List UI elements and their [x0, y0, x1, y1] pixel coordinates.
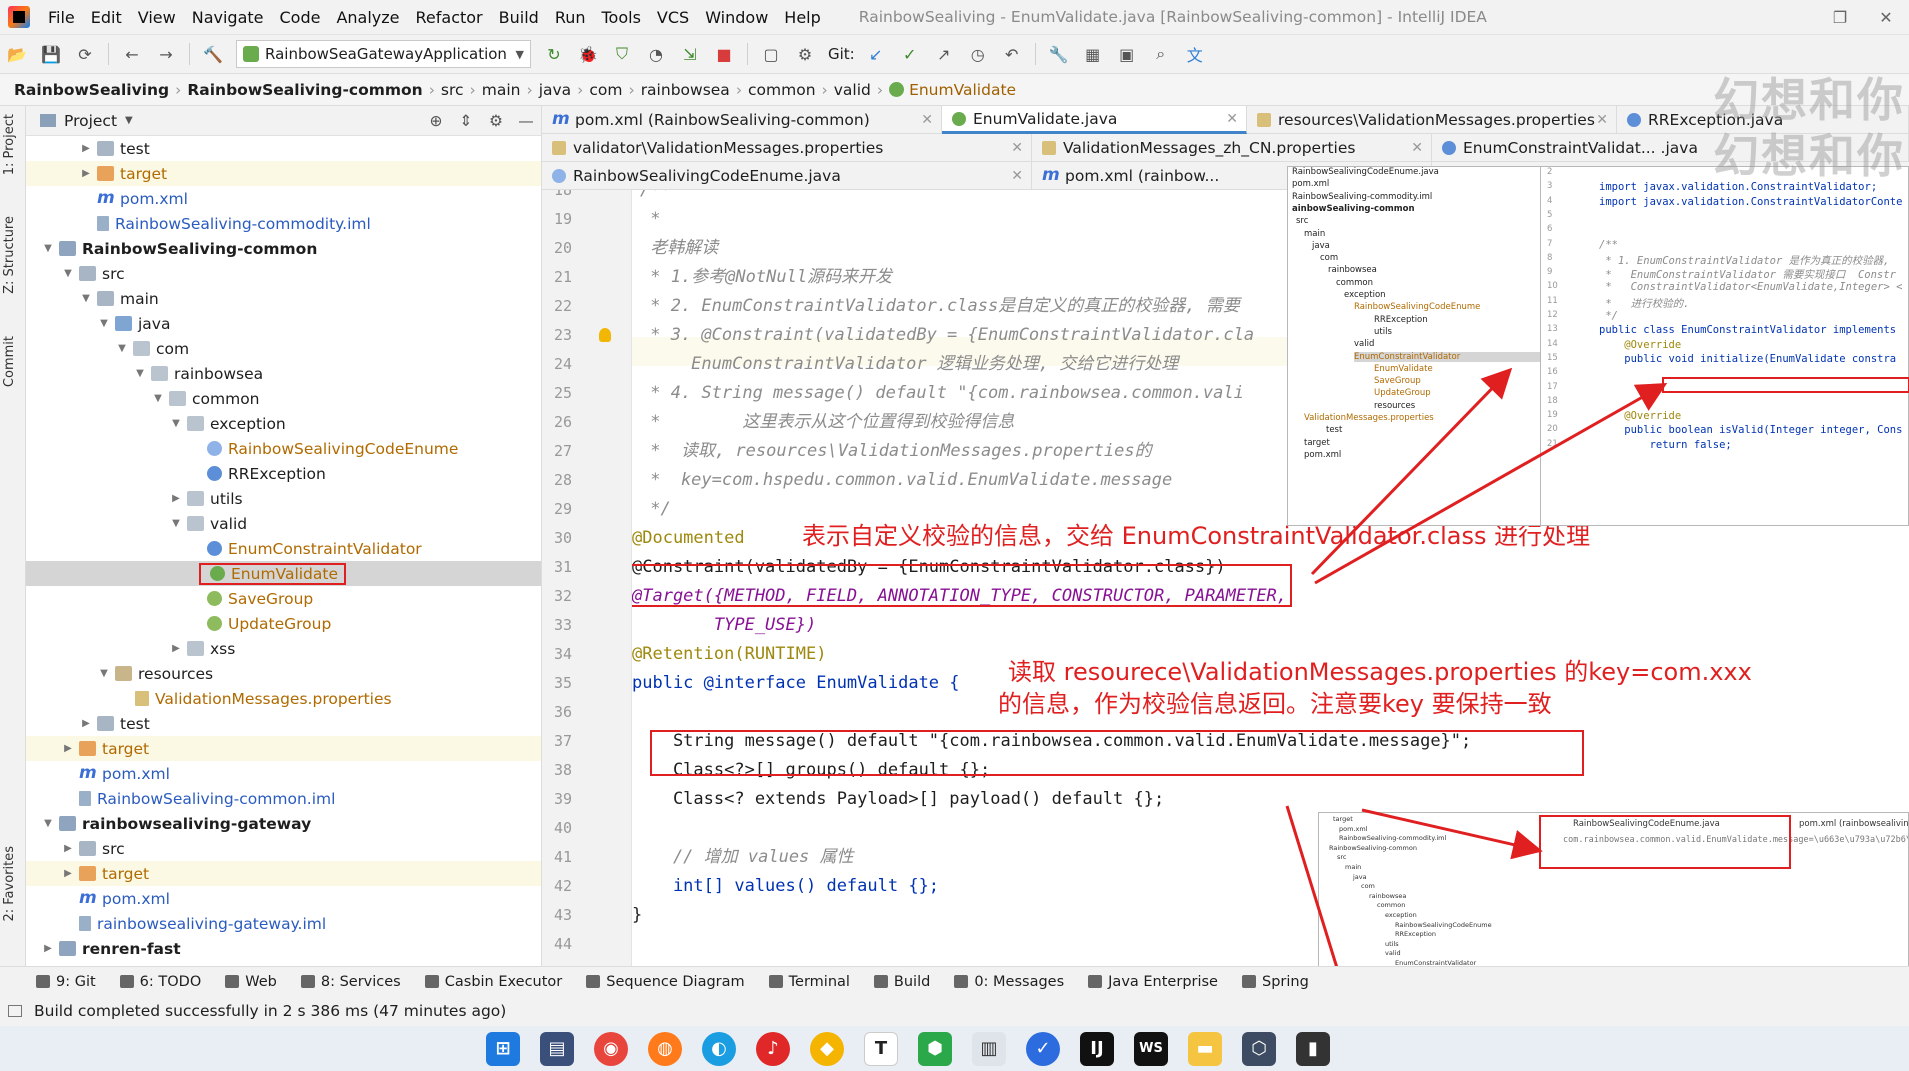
arrow-to-properties-key — [1361, 808, 1543, 860]
intellij-taskbar-icon[interactable]: IJ — [1080, 1031, 1114, 1066]
bottom-tool-tab[interactable]: 9: Git — [36, 974, 96, 990]
firefox-icon[interactable]: ◍ — [648, 1031, 682, 1066]
bottom-tool-label: 8: Services — [320, 973, 401, 990]
todo-app-icon[interactable]: ✓ — [1026, 1031, 1060, 1066]
bottom-tool-tab[interactable]: Terminal — [768, 973, 850, 990]
inset-highlight-box — [1662, 377, 1909, 393]
bottom-tool-label: Build — [893, 973, 931, 990]
terminal-app-icon[interactable]: ▮ — [1296, 1031, 1330, 1066]
typora-icon[interactable]: T — [864, 1031, 898, 1066]
tool-window-icon — [954, 975, 969, 988]
windows-start-icon[interactable]: ⊞ — [486, 1031, 520, 1066]
tool-window-icon — [586, 975, 601, 988]
file-explorer-icon[interactable]: ▬ — [1188, 1031, 1222, 1066]
bottom-tool-label: 9: Git — [56, 973, 96, 990]
chrome-icon[interactable]: ◉ — [594, 1031, 628, 1066]
arrow-to-validator-tree — [1310, 367, 1513, 576]
status-bar: Build completed successfully in 2 s 386 … — [0, 996, 1909, 1026]
bottom-tool-label: 0: Messages — [974, 973, 1065, 990]
save-app-icon[interactable]: ▤ — [540, 1031, 574, 1066]
bottom-tool-label: Spring — [1261, 973, 1309, 990]
status-panel-icon[interactable] — [8, 1005, 22, 1017]
tool-window-icon — [36, 975, 50, 988]
media-app-icon[interactable]: ◆ — [810, 1031, 844, 1066]
bottom-tool-bar: 9: Git 6: TODO Web 8: Services Casbin Execut… — [0, 966, 1909, 996]
webstorm-icon[interactable]: WS — [1134, 1031, 1168, 1066]
tool-window-icon — [225, 975, 240, 988]
bottom-tool-tab[interactable]: Web — [225, 974, 277, 990]
bottom-tool-label: Casbin Executor — [444, 973, 563, 990]
annotation-arrows-layer — [1285, 367, 1909, 1047]
vm-app-icon[interactable]: ⬡ — [1242, 1031, 1276, 1066]
tool-window-icon — [873, 975, 888, 988]
tool-window-icon — [300, 975, 315, 988]
bottom-tool-tab[interactable]: Sequence Diagram — [586, 973, 745, 990]
arrow-to-validator-class — [1314, 383, 1668, 585]
bottom-tool-label: Terminal — [788, 973, 850, 990]
bottom-tool-tab[interactable]: Spring — [1241, 973, 1309, 990]
tool-window-icon — [1241, 975, 1256, 988]
app-icon[interactable]: ⬢ — [918, 1031, 952, 1066]
document-app-icon[interactable]: ▥ — [972, 1031, 1006, 1066]
edge-icon[interactable]: ◐ — [702, 1031, 736, 1066]
bottom-tool-label: Sequence Diagram — [606, 973, 745, 990]
bottom-tool-label: Web — [245, 973, 277, 990]
bottom-tool-tab[interactable]: 8: Services — [300, 973, 401, 990]
bottom-tool-tab[interactable]: Build — [873, 973, 931, 990]
tool-window-icon — [119, 975, 134, 988]
tool-window-icon — [1088, 975, 1103, 988]
os-taskbar: ⊞ ▤ ◉ ◍ ◐ ♪ ◆ T ⬢ ▥ ✓ IJ WS ▬ ⬡ ▮ — [0, 1026, 1909, 1071]
watermark: 幻想和你 — [1713, 129, 1905, 183]
bottom-tool-tab[interactable]: 6: TODO — [119, 973, 202, 990]
inset-highlight-box — [1539, 815, 1791, 869]
bottom-tool-label: Java Enterprise — [1108, 973, 1218, 990]
bottom-tool-tab[interactable]: 0: Messages — [954, 974, 1064, 990]
bottom-tool-label: 6: TODO — [139, 973, 202, 990]
bottom-tool-tab[interactable]: Java Enterprise — [1088, 974, 1218, 990]
netease-music-icon[interactable]: ♪ — [756, 1031, 790, 1066]
tool-window-icon — [768, 975, 783, 988]
bottom-tool-tab[interactable]: Casbin Executor — [424, 973, 563, 990]
status-message: Build completed successfully in 2 s 386 … — [34, 1002, 507, 1020]
tool-window-icon — [424, 975, 439, 988]
